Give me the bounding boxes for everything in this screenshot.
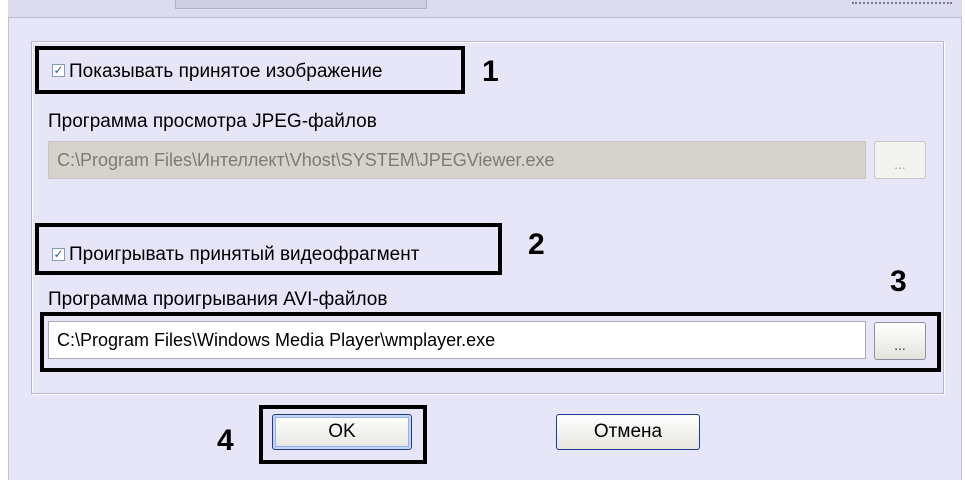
annotation-number-4: 4	[217, 424, 234, 457]
annotation-number-3: 3	[890, 265, 907, 298]
highlight-box-2	[35, 223, 502, 275]
jpeg-viewer-label: Программа просмотра JPEG-файлов	[48, 111, 377, 132]
highlight-box-4	[259, 405, 427, 464]
top-tab	[175, 0, 427, 9]
avi-player-label: Программа проигрывания AVI-файлов	[48, 289, 388, 310]
jpeg-viewer-path-field[interactable]: C:\Program Files\Интеллект\Vhost\SYSTEM\…	[48, 141, 866, 179]
annotation-number-2: 2	[528, 228, 545, 261]
highlight-box-1	[35, 46, 465, 94]
dialog-top-strip	[8, 0, 962, 18]
annotation-number-1: 1	[482, 55, 499, 88]
highlight-box-3	[40, 312, 941, 372]
jpeg-viewer-browse-button[interactable]: ...	[874, 141, 926, 179]
top-dotted-edge	[852, 2, 952, 8]
cancel-button[interactable]: Отмена	[556, 414, 700, 450]
